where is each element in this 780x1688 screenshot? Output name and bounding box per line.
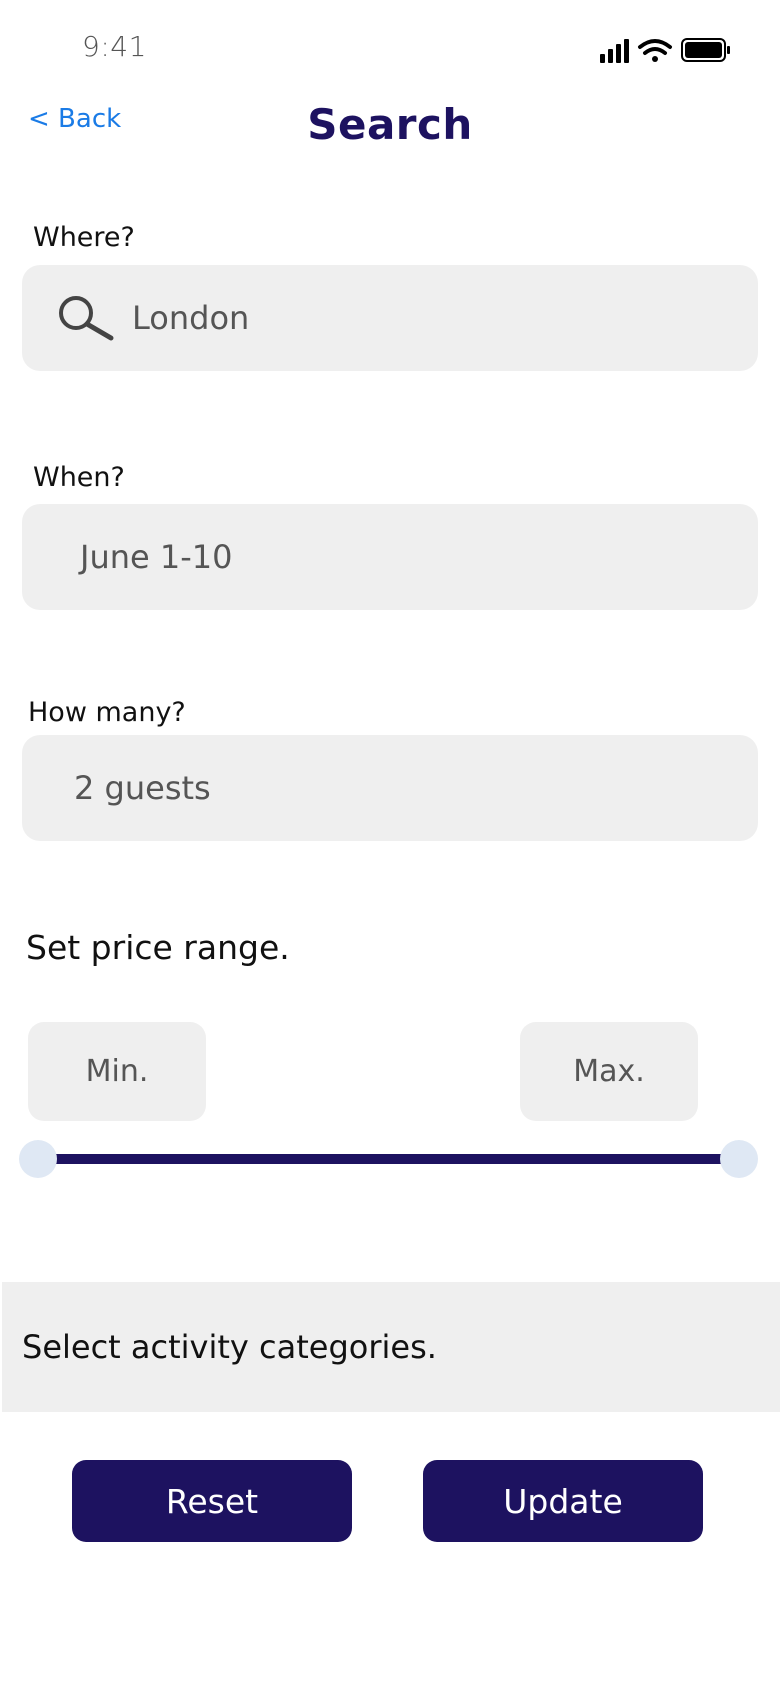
guests-value: 2 guests — [74, 769, 211, 807]
status-icons — [598, 34, 733, 68]
max-price-field[interactable]: Max. — [520, 1022, 698, 1121]
price-slider-track[interactable] — [38, 1154, 740, 1164]
when-value: June 1-10 — [80, 538, 233, 576]
where-label: Where? — [33, 222, 135, 253]
when-label: When? — [33, 462, 125, 493]
when-field[interactable]: June 1-10 — [22, 504, 758, 610]
min-price-field[interactable]: Min. — [28, 1022, 206, 1121]
activity-categories-label: Select activity categories. — [22, 1328, 437, 1366]
cellular-signal-icon — [600, 39, 629, 63]
activity-categories-selector[interactable]: Select activity categories. — [2, 1282, 780, 1412]
price-slider-max-handle[interactable] — [720, 1140, 758, 1178]
price-slider-min-handle[interactable] — [19, 1140, 57, 1178]
reset-button[interactable]: Reset — [72, 1460, 352, 1542]
wifi-icon — [638, 39, 672, 62]
where-value: London — [132, 299, 250, 337]
guests-field[interactable]: 2 guests — [22, 735, 758, 841]
where-field[interactable]: London — [22, 265, 758, 371]
search-icon — [56, 294, 116, 342]
battery-icon — [681, 38, 730, 62]
status-time: 9:41 — [82, 30, 147, 63]
update-button[interactable]: Update — [423, 1460, 703, 1542]
guests-label: How many? — [28, 697, 186, 728]
price-range-title: Set price range. — [26, 928, 290, 967]
page-title: Search — [307, 100, 473, 149]
